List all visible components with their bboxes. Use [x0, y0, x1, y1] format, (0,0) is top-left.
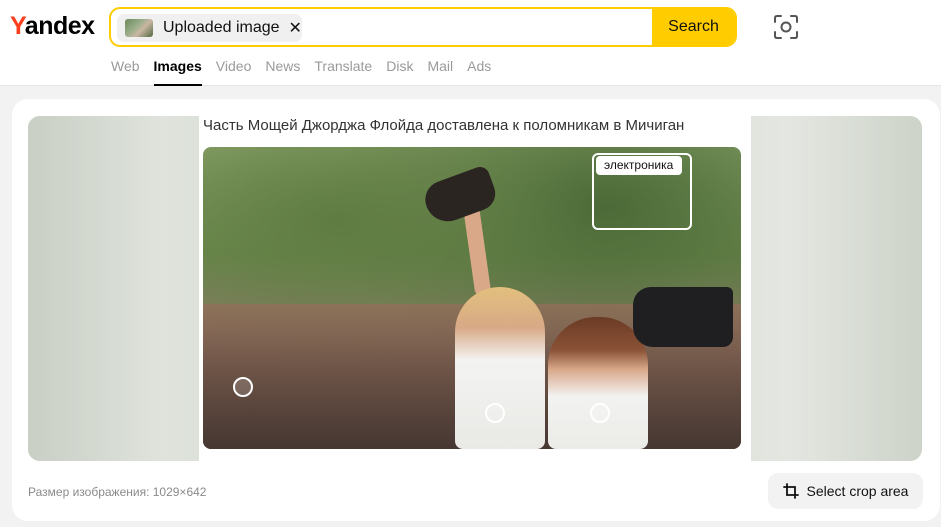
image-size-info: Размер изображения: 1029×642	[28, 485, 207, 499]
person-on-phone	[548, 317, 648, 449]
logo-text: andex	[24, 12, 95, 40]
tab-ads[interactable]: Ads	[467, 58, 491, 86]
tab-images[interactable]: Images	[153, 58, 203, 86]
camera-search-icon[interactable]	[773, 14, 799, 40]
search-button[interactable]: Search	[652, 9, 735, 45]
uploaded-image: Часть Мощей Джорджа Флойда доставлена к …	[199, 116, 751, 461]
detected-object-box[interactable]: электроника	[592, 153, 692, 230]
close-icon[interactable]: ✕	[289, 18, 302, 38]
object-marker-2[interactable]	[485, 403, 505, 423]
crop-button-label: Select crop area	[806, 483, 909, 499]
object-marker-3[interactable]	[590, 403, 610, 423]
uploaded-image-chip[interactable]: Uploaded image ✕	[117, 14, 302, 42]
video-camera	[633, 287, 733, 347]
uploaded-image-thumbnail	[125, 19, 153, 37]
image-viewer: Часть Мощей Джорджа Флойда доставлена к …	[28, 116, 922, 461]
object-marker-1[interactable]	[233, 377, 253, 397]
tab-translate[interactable]: Translate	[314, 58, 372, 86]
tab-web[interactable]: Web	[111, 58, 140, 86]
image-caption: Часть Мощей Джорджа Флойда доставлена к …	[203, 117, 685, 134]
top-bar: Yandex Uploaded image ✕ Search Web Image…	[0, 0, 941, 86]
tab-disk[interactable]: Disk	[386, 58, 413, 86]
yandex-logo[interactable]: Yandex	[10, 12, 95, 41]
person-blonde	[455, 287, 545, 449]
tab-video[interactable]: Video	[216, 58, 252, 86]
detected-object-label: электроника	[596, 156, 683, 175]
select-crop-area-button[interactable]: Select crop area	[768, 473, 923, 509]
tab-mail[interactable]: Mail	[427, 58, 453, 86]
service-tabs: Web Images Video News Translate Disk Mai…	[111, 58, 505, 86]
logo-letter-y: Y	[10, 12, 25, 40]
chip-label: Uploaded image	[163, 19, 280, 36]
image-card: Часть Мощей Джорджа Флойда доставлена к …	[12, 99, 940, 521]
held-object	[419, 164, 501, 228]
search-bar[interactable]: Uploaded image ✕ Search	[109, 7, 737, 47]
crop-icon	[782, 483, 799, 499]
tab-news[interactable]: News	[265, 58, 300, 86]
